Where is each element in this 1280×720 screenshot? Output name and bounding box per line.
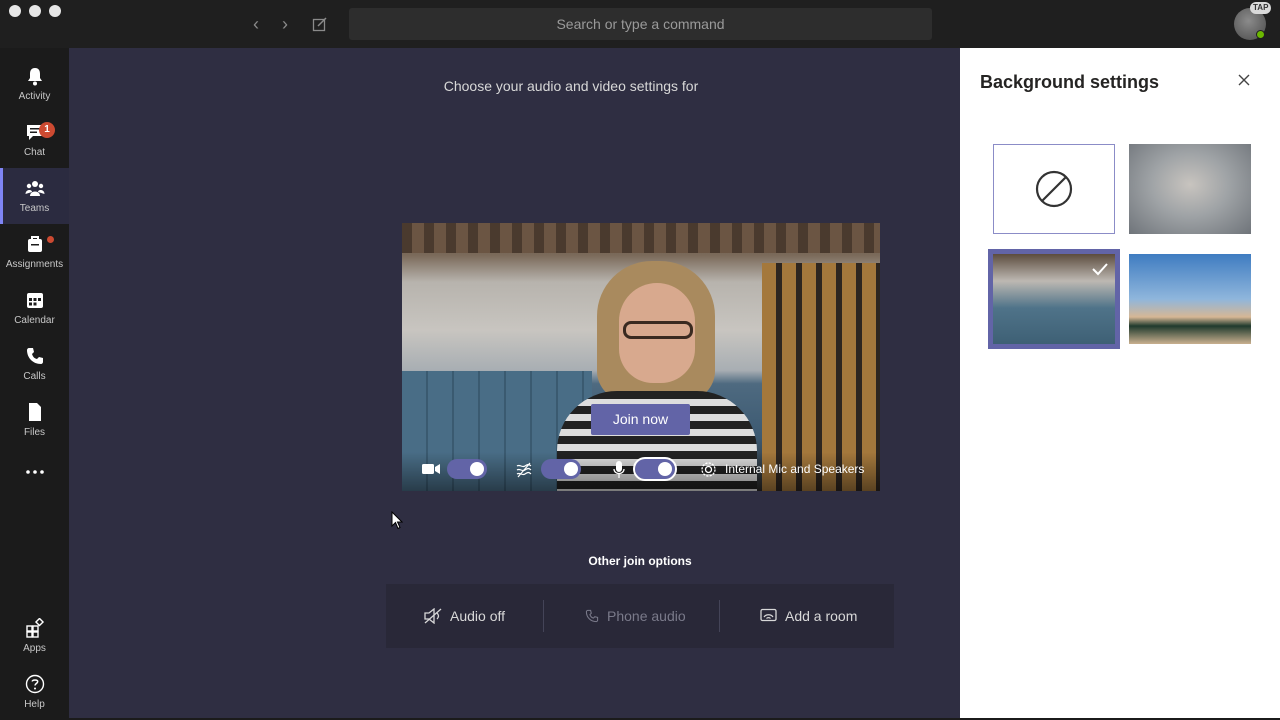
minimize-window-button[interactable] bbox=[29, 5, 41, 17]
join-now-button[interactable]: Join now bbox=[591, 404, 690, 435]
avatar-initials-badge: TAP bbox=[1250, 2, 1272, 14]
selected-check-icon bbox=[1092, 263, 1108, 276]
rail-item-assignments[interactable]: Assignments bbox=[0, 224, 69, 280]
rail-item-more[interactable] bbox=[0, 452, 69, 508]
rail-item-help[interactable]: Help bbox=[0, 664, 69, 720]
speaker-off-icon bbox=[424, 608, 442, 624]
rail-item-calendar[interactable]: Calendar bbox=[0, 280, 69, 336]
phone-audio-option[interactable]: Phone audio bbox=[585, 584, 705, 648]
close-window-button[interactable] bbox=[9, 5, 21, 17]
person-glasses bbox=[623, 321, 693, 339]
camera-preview bbox=[402, 223, 880, 491]
assignments-icon bbox=[28, 236, 42, 252]
microphone-toggle[interactable] bbox=[633, 457, 677, 481]
active-indicator bbox=[0, 168, 3, 224]
camera-icon bbox=[422, 464, 440, 474]
background-blur-toggle[interactable] bbox=[541, 459, 581, 479]
rail-item-label: Files bbox=[23, 427, 46, 438]
audio-off-label: Audio off bbox=[450, 608, 506, 624]
panel-title: Background settings bbox=[980, 72, 1160, 92]
rail-item-label: Calendar bbox=[14, 315, 55, 326]
more-options-icon bbox=[26, 470, 44, 474]
other-join-options-title: Other join options bbox=[588, 554, 692, 568]
apps-icon bbox=[26, 618, 45, 638]
forward-arrow-icon[interactable]: › bbox=[275, 14, 295, 34]
background-blur-icon bbox=[516, 462, 532, 478]
audio-off-option[interactable]: Audio off bbox=[424, 584, 544, 648]
rail-item-apps[interactable]: Apps bbox=[0, 608, 69, 664]
app-rail: Activity 1 Chat Teams Assignments Calend… bbox=[0, 48, 69, 720]
rail-item-label: Chat bbox=[23, 147, 46, 158]
no-background-icon bbox=[1035, 170, 1073, 208]
option-divider bbox=[543, 600, 544, 632]
background-option-blur[interactable] bbox=[1129, 144, 1251, 234]
rail-item-label: Calls bbox=[23, 371, 46, 382]
rail-item-label: Teams bbox=[19, 203, 50, 214]
presence-status-dot bbox=[1256, 30, 1265, 39]
add-a-room-label: Add a room bbox=[785, 608, 858, 624]
phone-icon bbox=[585, 609, 599, 623]
camera-toggle[interactable] bbox=[447, 459, 487, 479]
rail-item-teams[interactable]: Teams bbox=[0, 168, 69, 224]
assignments-dot-badge bbox=[47, 236, 54, 243]
rail-item-label: Help bbox=[24, 699, 45, 710]
audio-device-label[interactable]: Internal Mic and Speakers bbox=[725, 462, 864, 476]
calendar-icon bbox=[27, 293, 43, 308]
background-settings-panel: Background settings bbox=[960, 48, 1280, 718]
background-option-office[interactable] bbox=[988, 249, 1120, 349]
back-arrow-icon[interactable]: ‹ bbox=[246, 14, 266, 34]
rail-item-label: Assignments bbox=[5, 259, 64, 270]
phone-audio-label: Phone audio bbox=[607, 608, 686, 624]
file-icon bbox=[29, 403, 41, 421]
close-icon[interactable] bbox=[1236, 72, 1252, 88]
background-option-none[interactable] bbox=[993, 144, 1115, 234]
rail-item-calls[interactable]: Calls bbox=[0, 336, 69, 392]
search-input[interactable]: Search or type a command bbox=[349, 8, 932, 40]
compose-icon[interactable] bbox=[312, 16, 328, 32]
title-bar: ‹ › Search or type a command TAP bbox=[0, 0, 1280, 48]
device-settings-gear-icon[interactable] bbox=[700, 461, 717, 478]
chat-unread-badge: 1 bbox=[39, 122, 55, 138]
microphone-icon bbox=[613, 461, 625, 478]
zoom-window-button[interactable] bbox=[49, 5, 61, 17]
mouse-cursor-icon bbox=[391, 511, 403, 530]
preview-ceiling bbox=[402, 223, 880, 253]
rail-item-chat[interactable]: 1 Chat bbox=[0, 112, 69, 168]
rail-item-files[interactable]: Files bbox=[0, 392, 69, 448]
add-a-room-option[interactable]: Add a room bbox=[760, 584, 880, 648]
rail-item-label: Apps bbox=[23, 643, 46, 654]
help-icon bbox=[25, 674, 45, 694]
background-option-beach[interactable] bbox=[1129, 254, 1251, 344]
phone-icon bbox=[27, 348, 43, 364]
other-join-options: Audio off Phone audio Add a room bbox=[386, 584, 894, 648]
option-divider bbox=[719, 600, 720, 632]
teams-icon bbox=[25, 181, 45, 196]
cast-icon bbox=[760, 608, 777, 622]
